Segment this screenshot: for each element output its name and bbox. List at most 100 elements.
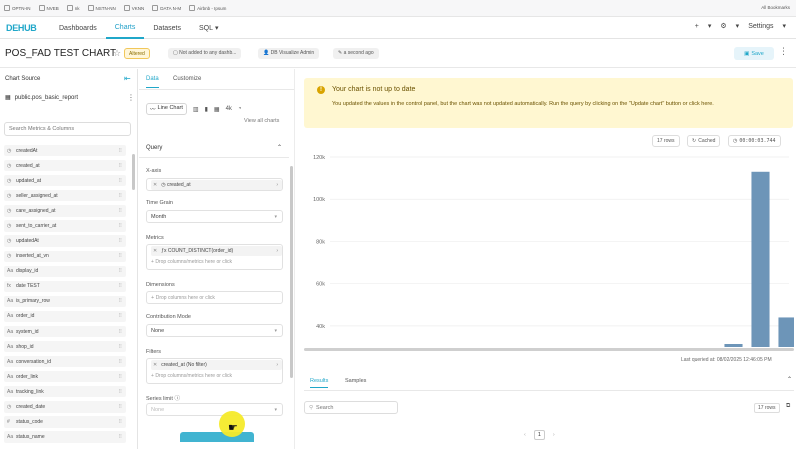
chevron-down-icon[interactable]: ▾ — [736, 22, 740, 30]
column-item[interactable]: ◷ inserted_at_vn ⠿ — [4, 250, 126, 262]
stale-chart-alert[interactable]: ! Your chart is not up to date You updat… — [304, 78, 793, 128]
table-chart-icon[interactable]: ▦ — [214, 106, 220, 113]
column-item[interactable]: Aa display_id ⠿ — [4, 265, 126, 277]
app-logo[interactable]: DEHUB — [6, 23, 50, 33]
bar-chart-icon[interactable]: ▥ — [193, 106, 199, 113]
dataset-selector[interactable]: ▦ public.pos_basic_report — [5, 94, 78, 102]
tab-customize[interactable]: Customize — [173, 76, 201, 82]
left-panel-scrollbar[interactable] — [132, 154, 135, 190]
column-item[interactable]: ◷ updatedAt ⠿ — [4, 235, 126, 247]
time-grain-select[interactable]: Month ▾ — [146, 210, 283, 223]
results-search[interactable]: ⚲ — [304, 401, 398, 414]
save-button[interactable]: ▣ Save — [734, 47, 774, 60]
column-item[interactable]: Aa is_primary_row ⠿ — [4, 295, 126, 307]
column-chart-icon[interactable]: ▮ — [205, 106, 208, 113]
column-item[interactable]: Aa order_id ⠿ — [4, 310, 126, 323]
drag-handle-icon[interactable]: ⠿ — [118, 298, 122, 304]
chevron-up-icon[interactable]: ⌃ — [277, 144, 282, 151]
cached-badge[interactable]: ↻ Cached — [687, 135, 721, 147]
results-search-input[interactable] — [316, 404, 397, 411]
drag-handle-icon[interactable]: ⠿ — [118, 208, 122, 214]
dashboard-pill[interactable]: ▢ Not added to any dashb... — [168, 48, 242, 59]
column-item[interactable]: Aa conversation_id ⠿ — [4, 356, 126, 368]
bookmark-item[interactable]: NVEB — [38, 5, 59, 11]
tab-results[interactable]: Results — [310, 378, 329, 388]
chevron-down-icon[interactable]: ▾ — [708, 22, 712, 30]
xaxis-chip[interactable]: ✕ ◷ created_at › — [151, 179, 282, 190]
contribution-mode-select[interactable]: None ▾ — [146, 324, 283, 337]
nav-sql[interactable]: SQL ▾ — [190, 18, 227, 39]
search-metrics-input[interactable] — [4, 122, 131, 136]
bookmark-item[interactable]: OPTN-IN — [4, 5, 31, 11]
chevron-left-icon[interactable]: ‹ — [524, 432, 526, 438]
nav-charts[interactable]: Charts — [105, 18, 145, 39]
column-item[interactable]: ◷ updated_at ⠿ — [4, 175, 126, 187]
metric-chip[interactable]: ✕ ƒx COUNT_DISTINCT(order_id) › — [151, 246, 282, 256]
page-current[interactable]: 1 — [533, 430, 545, 440]
nav-datasets[interactable]: Datasets — [144, 18, 190, 39]
settings-menu[interactable]: Settings — [748, 23, 773, 30]
column-item[interactable]: ◷ seller_assigned_at ⠿ — [4, 190, 126, 202]
dataset-menu-icon[interactable]: ⋮ — [127, 93, 135, 102]
tab-data[interactable]: Data — [146, 76, 159, 88]
view-all-charts-link[interactable]: View all charts — [244, 118, 279, 124]
column-item[interactable]: Aa order_link ⠿ — [4, 371, 126, 383]
drag-handle-icon[interactable]: ⠿ — [118, 148, 122, 154]
drag-handle-icon[interactable]: ⠿ — [118, 329, 122, 335]
xaxis-field[interactable]: ✕ ◷ created_at › — [146, 178, 283, 191]
remove-icon[interactable]: ✕ — [153, 182, 157, 188]
bookmark-item[interactable]: NSTN-NN — [87, 5, 116, 11]
drop-metrics-zone[interactable]: + Drop columns/metrics here or click — [151, 259, 232, 265]
star-icon[interactable]: ☆ — [113, 48, 121, 59]
update-chart-button[interactable] — [180, 432, 254, 442]
chevron-down-icon[interactable]: ▾ — [782, 22, 786, 30]
info-icon[interactable]: ⓘ — [174, 396, 180, 402]
drag-handle-icon[interactable]: ⠿ — [118, 374, 122, 380]
drag-handle-icon[interactable]: ⠿ — [118, 344, 122, 350]
chevron-right-icon[interactable]: › — [553, 432, 555, 438]
drag-handle-icon[interactable]: ⠿ — [118, 193, 122, 199]
pie-chart-icon[interactable]: ◔ — [238, 106, 242, 112]
altered-badge[interactable]: Altered — [124, 48, 150, 59]
chevron-right-icon[interactable]: › — [276, 182, 278, 188]
remove-icon[interactable]: ✕ — [153, 248, 157, 254]
drag-handle-icon[interactable]: ⠿ — [118, 268, 122, 274]
plus-icon[interactable]: + — [695, 23, 699, 30]
bookmark-item[interactable]: nk — [66, 5, 80, 11]
drag-handle-icon[interactable]: ⠿ — [118, 163, 122, 169]
column-item[interactable]: Aa system_id ⠿ — [4, 325, 126, 338]
more-menu-icon[interactable]: ⋮ — [779, 46, 788, 57]
filter-chip[interactable]: ✕ created_at (No filter) › — [151, 360, 282, 370]
bookmark-item[interactable]: DATA N-M — [152, 5, 181, 11]
drag-handle-icon[interactable]: ⠿ — [118, 223, 122, 229]
dimensions-dropzone[interactable]: + Drop columns here or click — [146, 291, 283, 304]
alert-message[interactable]: You updated the values in the control pa… — [332, 100, 788, 109]
drag-handle-icon[interactable]: ⠿ — [118, 313, 122, 319]
column-item[interactable]: ◷ sent_to_carrier_at ⠿ — [4, 220, 126, 232]
copy-icon[interactable]: ⧉ — [786, 403, 790, 410]
drag-handle-icon[interactable]: ⠿ — [118, 178, 122, 184]
all-bookmarks[interactable]: All Bookmarks — [761, 5, 790, 10]
column-item[interactable]: ◷ created_date ⠿ — [4, 401, 126, 413]
big-number-icon[interactable]: 4k — [226, 106, 232, 112]
series-limit-select[interactable]: None ▾ — [146, 403, 283, 416]
remove-icon[interactable]: ✕ — [153, 362, 157, 368]
filters-field[interactable]: ✕ created_at (No filter) › + Drop columns/… — [146, 358, 283, 384]
drag-handle-icon[interactable]: ⠿ — [118, 283, 122, 289]
chevron-up-icon[interactable]: ⌃ — [787, 376, 792, 383]
column-item[interactable]: ◷ care_assigned_at ⠿ — [4, 205, 126, 217]
column-item[interactable]: # status_code ⠿ — [4, 416, 126, 428]
nav-dashboards[interactable]: Dashboards — [50, 18, 106, 39]
drop-filters-zone[interactable]: + Drop columns/metrics here or click — [151, 373, 232, 379]
drag-handle-icon[interactable]: ⠿ — [118, 404, 122, 410]
chart-title[interactable]: POS_FAD TEST CHART — [5, 48, 116, 59]
column-item[interactable]: Aa tracking_link ⠿ — [4, 386, 126, 398]
gear-icon[interactable]: ⚙ — [720, 22, 726, 30]
column-item[interactable]: Aa shop_id ⠿ — [4, 341, 126, 353]
chevron-right-icon[interactable]: › — [276, 248, 278, 254]
drag-handle-icon[interactable]: ⠿ — [118, 419, 122, 425]
drag-handle-icon[interactable]: ⠿ — [118, 253, 122, 259]
collapse-panel-icon[interactable]: ⇤ — [124, 74, 131, 83]
drag-handle-icon[interactable]: ⠿ — [118, 389, 122, 395]
column-item[interactable]: fx date TEST ⠿ — [4, 280, 126, 292]
